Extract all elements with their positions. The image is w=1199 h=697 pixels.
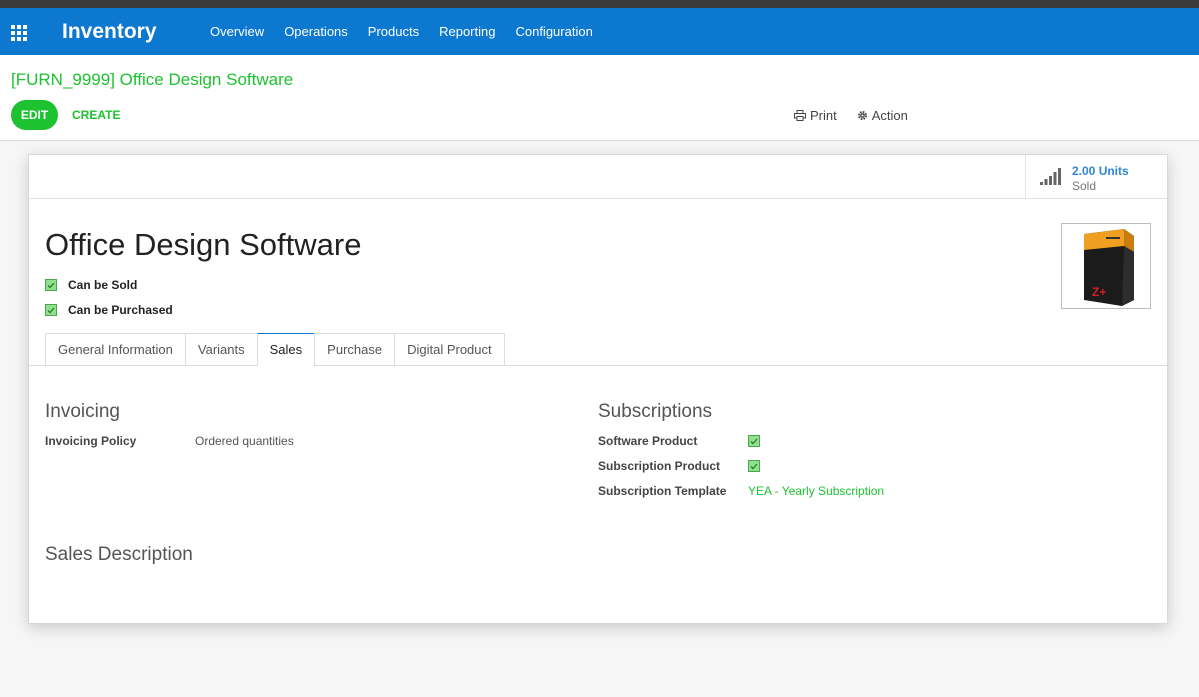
product-name[interactable]: Office Design Software (45, 227, 361, 263)
app-name[interactable]: Inventory (62, 20, 157, 44)
gear-icon (857, 110, 867, 121)
menu-products[interactable]: Products (368, 24, 419, 39)
tab-sales[interactable]: Sales (256, 333, 315, 366)
units-sold-button[interactable]: 2.00 Units Sold (1025, 155, 1167, 199)
print-button[interactable]: Print (794, 108, 837, 123)
product-image[interactable]: Z+ (1061, 223, 1151, 309)
print-icon (794, 110, 806, 121)
print-label: Print (810, 108, 837, 123)
top-menu: Overview Operations Products Reporting C… (210, 24, 613, 39)
form-tabs: General Information Variants Sales Purch… (45, 333, 505, 366)
subscriptions-title: Subscriptions (598, 401, 713, 422)
software-box-image: Z+ (1084, 229, 1134, 306)
form-sheet: 2.00 Units Sold Office Design Software Z… (28, 154, 1168, 624)
svg-text:Z+: Z+ (1092, 285, 1106, 299)
main-navbar: Inventory Overview Operations Products R… (0, 8, 1199, 55)
tab-digital-product[interactable]: Digital Product (394, 333, 505, 366)
action-label: Action (871, 108, 908, 123)
signal-bars-icon (1040, 168, 1061, 185)
sales-description-title: Sales Description (45, 544, 193, 565)
tab-purchase[interactable]: Purchase (314, 333, 395, 366)
breadcrumb[interactable]: [FURN_9999] Office Design Software (11, 70, 293, 90)
tab-general-information[interactable]: General Information (45, 333, 185, 366)
browser-top-strip (0, 0, 1199, 8)
invoicing-policy-label: Invoicing Policy (45, 434, 137, 448)
create-button[interactable]: CREATE (72, 108, 120, 122)
subscription-template-label: Subscription Template (598, 484, 727, 498)
software-product-checkbox[interactable] (748, 435, 760, 447)
units-sold-value: 2.00 Units (1072, 164, 1129, 178)
action-button[interactable]: Action (857, 108, 908, 123)
invoicing-policy-value[interactable]: Ordered quantities (195, 434, 294, 448)
software-product-label: Software Product (598, 434, 698, 448)
can-be-sold-label: Can be Sold (68, 278, 138, 292)
edit-button[interactable]: EDIT (11, 100, 58, 130)
menu-configuration[interactable]: Configuration (515, 24, 592, 39)
tab-variants[interactable]: Variants (184, 333, 257, 366)
control-panel: [FURN_9999] Office Design Software EDIT … (0, 55, 1199, 141)
invoicing-title: Invoicing (45, 401, 120, 422)
subscription-template-link[interactable]: YEA - Yearly Subscription (748, 484, 884, 498)
can-be-sold-checkbox[interactable] (45, 279, 57, 291)
can-be-purchased-checkbox[interactable] (45, 304, 57, 316)
menu-overview[interactable]: Overview (210, 24, 264, 39)
can-be-purchased-label: Can be Purchased (68, 303, 173, 317)
apps-grid-icon[interactable] (11, 25, 29, 41)
menu-reporting[interactable]: Reporting (439, 24, 495, 39)
sidebar-actions: Print Action (794, 108, 928, 123)
can-be-sold-row: Can be Sold (45, 278, 137, 292)
can-be-purchased-row: Can be Purchased (45, 303, 173, 317)
menu-operations[interactable]: Operations (284, 24, 348, 39)
subscription-product-label: Subscription Product (598, 459, 721, 473)
subscription-product-checkbox[interactable] (748, 460, 760, 472)
smart-button-box: 2.00 Units Sold (29, 155, 1167, 199)
units-sold-label: Sold (1072, 179, 1097, 193)
